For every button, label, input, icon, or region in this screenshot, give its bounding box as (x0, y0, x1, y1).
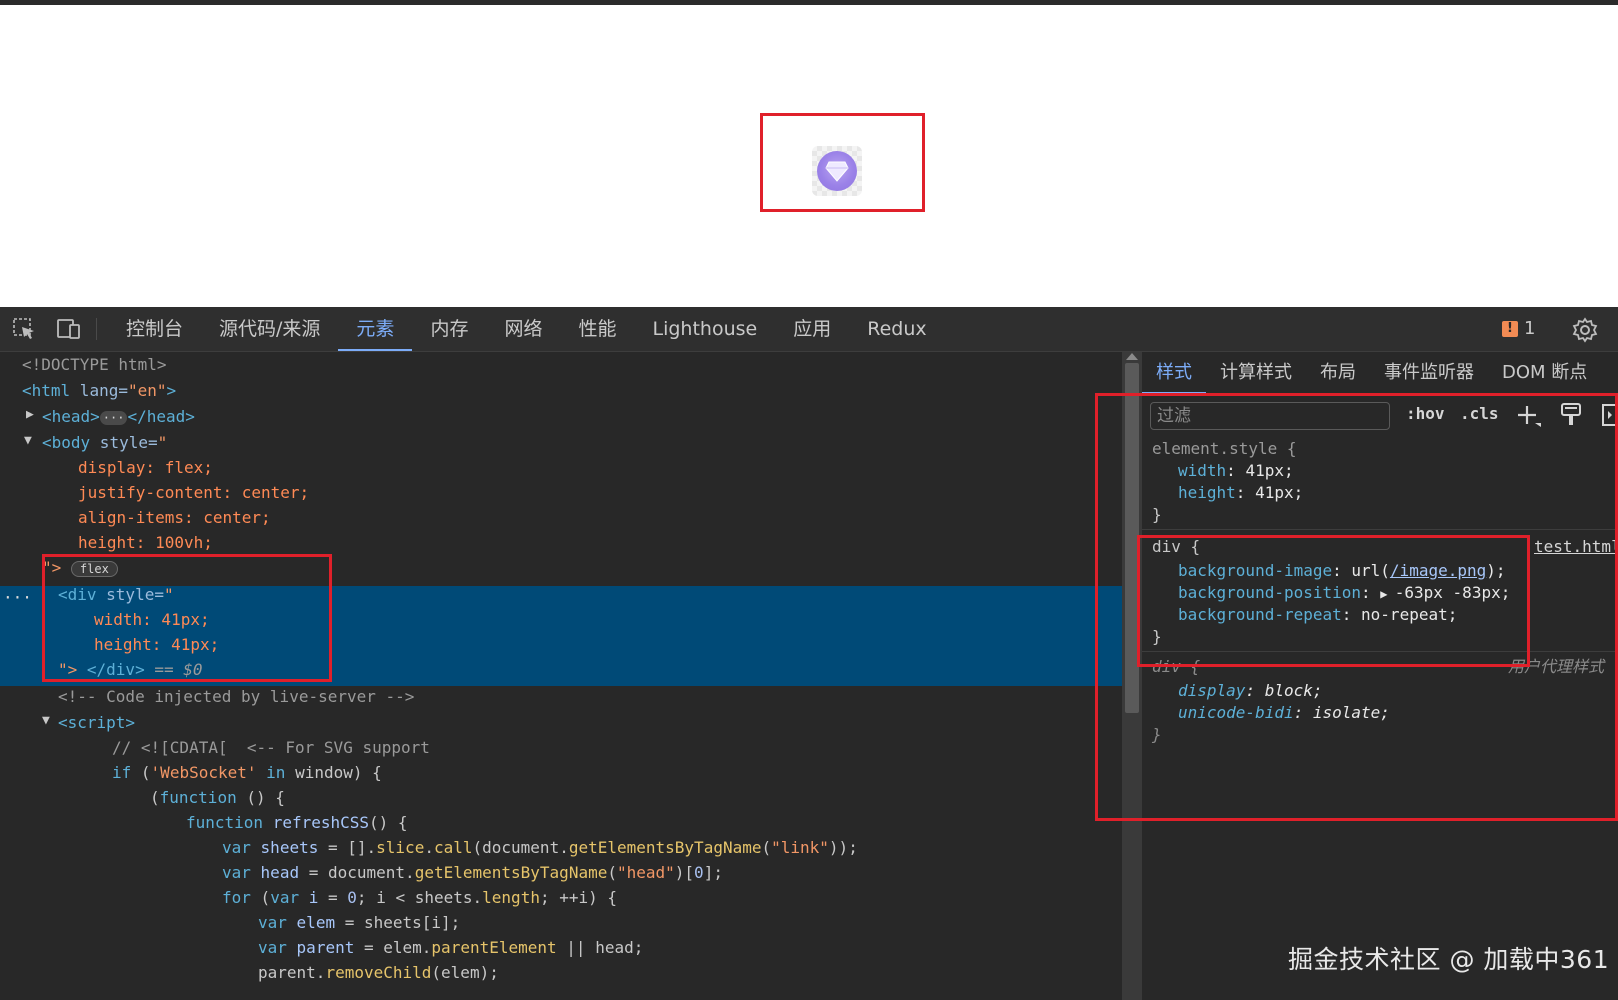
expand-triangle-icon[interactable]: ▶ (26, 407, 34, 422)
device-toolbar-icon[interactable] (56, 317, 82, 341)
page-viewport (0, 5, 1618, 307)
issues-counter[interactable]: ! 1 (1502, 318, 1535, 339)
toolbar-separator (96, 318, 97, 340)
tab-sources[interactable]: 源代码/来源 (201, 307, 338, 351)
devtools-toolbar: 控制台 源代码/来源 元素 内存 网络 性能 Lighthouse 应用 Red… (0, 307, 1618, 352)
dom-script-node[interactable]: <script> (58, 710, 135, 735)
collapse-triangle-icon[interactable]: ▼ (42, 713, 50, 728)
tab-performance[interactable]: 性能 (560, 307, 634, 351)
body-style-line: justify-content: center; (78, 483, 310, 502)
tab-dom-breakpoints[interactable]: DOM 断点 (1488, 352, 1601, 394)
code-line: var elem = sheets[i]; (258, 913, 461, 932)
code-line: for (var i = 0; i < sheets.length; ++i) … (222, 888, 618, 907)
more-actions-dots[interactable]: ··· (3, 588, 32, 607)
body-style-line: height: 100vh; (78, 533, 213, 552)
warning-icon: ! (1502, 320, 1518, 337)
body-style-line: display: flex; (78, 458, 213, 477)
collapse-triangle-icon[interactable]: ▼ (24, 433, 32, 448)
sprite-preview-image (812, 146, 862, 196)
tab-redux[interactable]: Redux (849, 307, 944, 351)
dom-comment[interactable]: <!-- Code injected by live-server --> (58, 684, 414, 709)
tab-event-listeners[interactable]: 事件监听器 (1370, 352, 1488, 394)
code-line: (function () { (150, 788, 285, 807)
tab-lighthouse[interactable]: Lighthouse (634, 307, 775, 351)
dom-head-node[interactable]: <head> ··· </head> (42, 404, 195, 429)
body-style-line: align-items: center; (78, 508, 271, 527)
code-line: // <![CDATA[ <-- For SVG support (112, 738, 430, 757)
elements-tree: ··· <!DOCTYPE html> <html lang="en"> ▶ <… (0, 352, 1122, 1000)
tab-console[interactable]: 控制台 (108, 307, 201, 351)
watermark-text: 掘金技术社区 @ 加载中361 (1288, 945, 1610, 974)
dom-doctype[interactable]: <!DOCTYPE html> (22, 352, 167, 377)
inspect-element-icon[interactable] (12, 317, 38, 341)
settings-gear-icon[interactable] (1572, 317, 1598, 343)
dom-html-node[interactable]: <html lang="en"> (22, 378, 176, 403)
tab-memory[interactable]: 内存 (412, 307, 486, 351)
code-line: var parent = elem.parentElement || head; (258, 938, 644, 957)
highlight-box-div-rule (1137, 535, 1530, 667)
highlight-box-div-node (42, 554, 332, 682)
dom-body-node[interactable]: <body style=" (42, 430, 167, 455)
scroll-up-arrow-icon[interactable] (1126, 353, 1138, 360)
styles-tabs: 样式 计算样式 布局 事件监听器 DOM 断点 (1142, 352, 1618, 395)
code-line: if ('WebSocket' in window) { (112, 763, 382, 782)
diamond-icon (825, 161, 849, 182)
tab-styles[interactable]: 样式 (1142, 352, 1206, 394)
devtools-tabs: 控制台 源代码/来源 元素 内存 网络 性能 Lighthouse 应用 Red… (108, 307, 945, 351)
tab-computed[interactable]: 计算样式 (1206, 352, 1306, 394)
code-line: var head = document.getElementsByTagName… (222, 863, 723, 882)
tab-elements[interactable]: 元素 (338, 307, 413, 351)
tab-application[interactable]: 应用 (775, 307, 849, 351)
code-line: function refreshCSS() { (186, 813, 408, 832)
code-line: var sheets = [].slice.call(document.getE… (222, 838, 858, 857)
tab-network[interactable]: 网络 (486, 307, 560, 351)
devtools-panel: 控制台 源代码/来源 元素 内存 网络 性能 Lighthouse 应用 Red… (0, 307, 1618, 1000)
issue-count: 1 (1524, 318, 1536, 339)
code-line: parent.removeChild(elem); (258, 963, 499, 982)
tab-layout[interactable]: 布局 (1306, 352, 1370, 394)
